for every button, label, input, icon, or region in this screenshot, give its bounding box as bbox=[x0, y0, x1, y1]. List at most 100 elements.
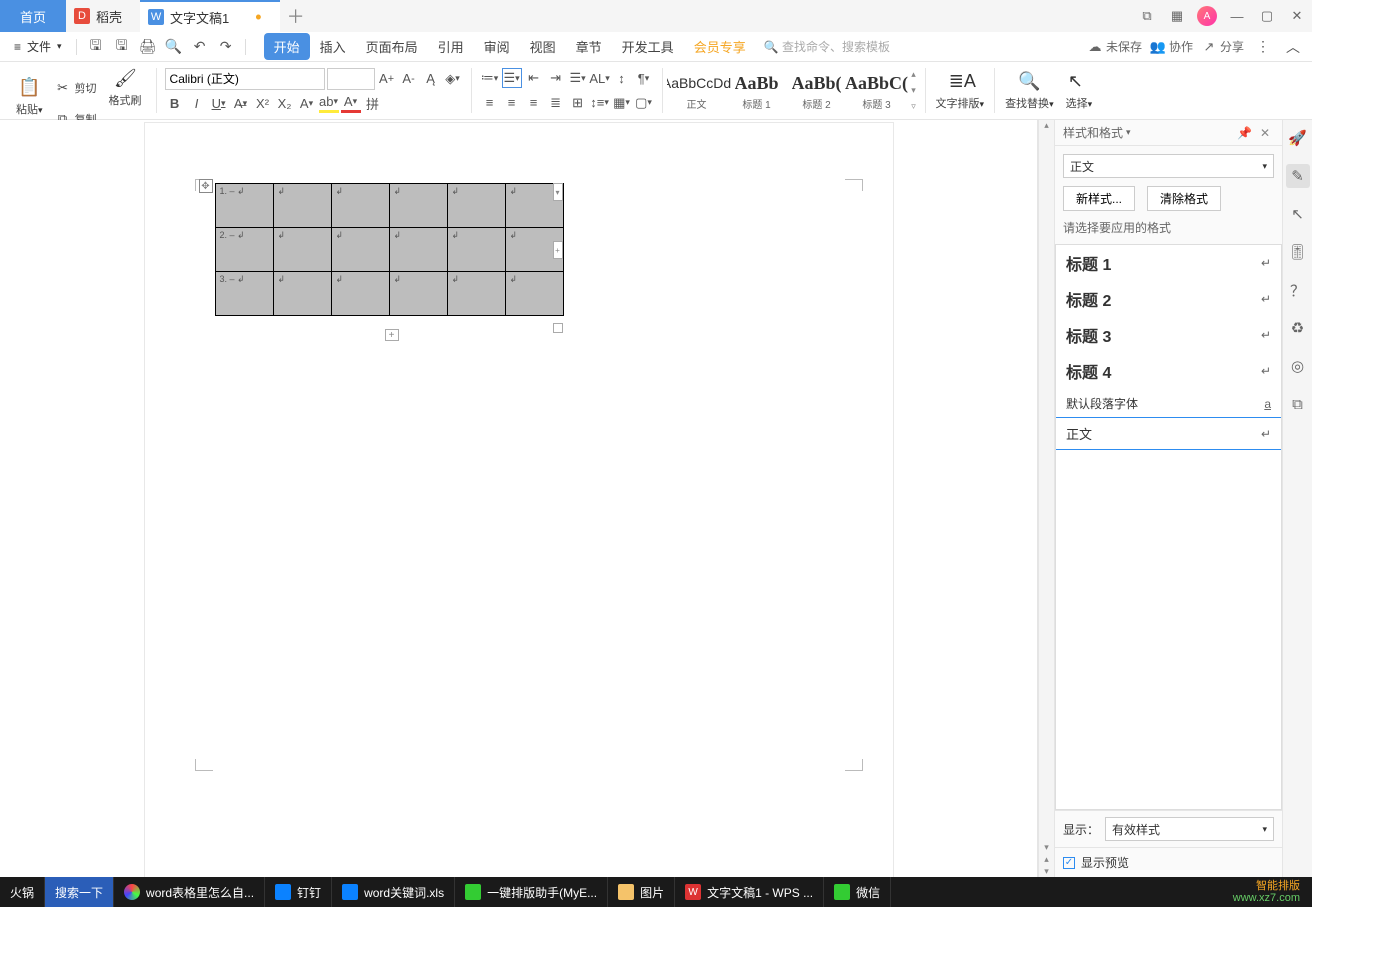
table-cell[interactable]: ↲ bbox=[447, 184, 505, 228]
close-button[interactable]: ✕ bbox=[1282, 0, 1312, 32]
side-help-icon[interactable]: ？ bbox=[1286, 278, 1310, 302]
taskbar-item[interactable]: 一键排版助手(MyE... bbox=[455, 877, 608, 907]
style-opt-h2[interactable]: 标题 2↵ bbox=[1056, 281, 1281, 317]
tab-references[interactable]: 引用 bbox=[428, 33, 474, 60]
side-rocket-icon[interactable]: 🚀 bbox=[1286, 126, 1310, 150]
style-h2[interactable]: AaBb(标题 2 bbox=[787, 64, 847, 117]
layout-single-icon[interactable]: ⧉ bbox=[1132, 0, 1162, 32]
style-opt-h4[interactable]: 标题 4↵ bbox=[1056, 353, 1281, 389]
bold-button[interactable]: B bbox=[165, 93, 185, 113]
tab-page-layout[interactable]: 页面布局 bbox=[356, 33, 428, 60]
scroll-page-down-icon[interactable]: ▾ bbox=[1039, 866, 1054, 877]
decrease-indent-button[interactable]: ⇤ bbox=[524, 68, 544, 88]
print-icon[interactable]: 🖨 bbox=[137, 36, 159, 58]
shading-button[interactable]: ▦▾ bbox=[612, 93, 632, 113]
pinyin-button[interactable]: 拼 bbox=[363, 93, 383, 113]
command-search[interactable]: 🔍 查找命令、搜索模板 bbox=[764, 38, 890, 55]
side-cursor-icon[interactable]: ↖ bbox=[1286, 202, 1310, 226]
table-cell[interactable]: 1. – ↲ bbox=[215, 184, 273, 228]
table-cell[interactable]: ↲ bbox=[389, 184, 447, 228]
save-as-icon[interactable]: 🖫 bbox=[111, 36, 133, 58]
highlight-button[interactable]: ab▾ bbox=[319, 93, 339, 113]
sort-button[interactable]: ↕ bbox=[612, 68, 632, 88]
italic-button[interactable]: I bbox=[187, 93, 207, 113]
bullets-button[interactable]: ≔▾ bbox=[480, 68, 500, 88]
side-recycle-icon[interactable]: ♻ bbox=[1286, 316, 1310, 340]
layout-grid-icon[interactable]: ▦ bbox=[1162, 0, 1192, 32]
tab-section[interactable]: 章节 bbox=[566, 33, 612, 60]
cut-button[interactable]: ✂剪切 bbox=[51, 79, 101, 97]
document-table[interactable]: 1. – ↲ ↲ ↲ ↲ ↲ ↲ 2. – ↲ ↲ ↲ ↲ ↲ ↲ 3. – ↲ bbox=[215, 183, 564, 316]
table-cell[interactable]: ↲ bbox=[447, 228, 505, 272]
preview-checkbox[interactable]: ✓ bbox=[1063, 857, 1075, 869]
side-target-icon[interactable]: ◎ bbox=[1286, 354, 1310, 378]
file-menu[interactable]: ≡ 文件 ▾ bbox=[8, 38, 68, 55]
panel-preview-row[interactable]: ✓ 显示预览 bbox=[1055, 847, 1282, 877]
clear-format-button[interactable]: 清除格式 bbox=[1147, 186, 1221, 211]
align-justify-button[interactable]: ≣ bbox=[546, 93, 566, 113]
scroll-down-icon[interactable]: ▾ bbox=[1039, 842, 1054, 853]
coop-button[interactable]: 👥协作 bbox=[1150, 38, 1193, 55]
tab-insert[interactable]: 插入 bbox=[310, 33, 356, 60]
redo-icon[interactable]: ↷ bbox=[215, 36, 237, 58]
table-cell[interactable]: ↲ bbox=[273, 272, 331, 316]
save-icon[interactable]: 🖫 bbox=[85, 36, 107, 58]
unsaved-indicator[interactable]: ☁未保存 bbox=[1087, 38, 1142, 55]
taskbar-item[interactable]: W文字文稿1 - WPS ... bbox=[675, 877, 824, 907]
clear-format-icon[interactable]: ◈▾ bbox=[443, 69, 463, 89]
side-pencil-icon[interactable]: ✎ bbox=[1286, 164, 1310, 188]
strikethrough-button[interactable]: A̶▾ bbox=[231, 93, 251, 113]
table-cell[interactable]: ↲ bbox=[273, 184, 331, 228]
panel-close-icon[interactable]: ✕ bbox=[1256, 126, 1274, 140]
show-marks-button[interactable]: ¶▾ bbox=[634, 68, 654, 88]
taskbar-item[interactable]: word表格里怎么自... bbox=[114, 877, 265, 907]
underline-button[interactable]: U▾ bbox=[209, 93, 229, 113]
style-gallery-more[interactable]: ▴▾▿ bbox=[907, 64, 921, 117]
table-cell[interactable]: ↲ bbox=[505, 272, 563, 316]
font-color-button[interactable]: A▾ bbox=[341, 93, 361, 113]
tab-docer[interactable]: D 稻壳 bbox=[66, 0, 140, 32]
tab-home[interactable]: 首页 bbox=[0, 0, 66, 32]
style-body[interactable]: AaBbCcDd正文 bbox=[667, 64, 727, 117]
taskbar-item[interactable]: 微信 bbox=[824, 877, 891, 907]
tab-start[interactable]: 开始 bbox=[264, 33, 310, 60]
align-right-button[interactable]: ≡ bbox=[524, 93, 544, 113]
print-preview-icon[interactable]: 🔍 bbox=[163, 36, 185, 58]
collapse-ribbon-icon[interactable]: ︿ bbox=[1282, 36, 1304, 58]
font-name-select[interactable] bbox=[165, 68, 325, 90]
align-center-button[interactable]: ≡ bbox=[502, 93, 522, 113]
paste-button[interactable]: 📋 粘贴▾ bbox=[10, 75, 49, 119]
new-tab-button[interactable]: ＋ bbox=[280, 0, 312, 32]
tab-view[interactable]: 视图 bbox=[520, 33, 566, 60]
format-painter-button[interactable]: 🖌格式刷 bbox=[103, 66, 148, 110]
superscript-button[interactable]: X² bbox=[253, 93, 273, 113]
maximize-button[interactable]: ▢ bbox=[1252, 0, 1282, 32]
find-replace-button[interactable]: 🔍 查找替换▾ bbox=[999, 64, 1060, 117]
change-case-icon[interactable]: Ą bbox=[421, 69, 441, 89]
tab-review[interactable]: 审阅 bbox=[474, 33, 520, 60]
current-style-select[interactable]: 正文▾ bbox=[1063, 154, 1274, 178]
tab-devtools[interactable]: 开发工具 bbox=[612, 33, 684, 60]
table-cell[interactable]: ↲ bbox=[273, 228, 331, 272]
table-row-handle[interactable]: ▾ bbox=[553, 183, 563, 201]
text-effects-button[interactable]: A▾ bbox=[297, 93, 317, 113]
table-cell[interactable]: ↲ bbox=[447, 272, 505, 316]
line-spacing-top-button[interactable]: ☰▾ bbox=[568, 68, 588, 88]
table-cell[interactable]: ↲ bbox=[389, 228, 447, 272]
style-h3[interactable]: AaBbC(标题 3 bbox=[847, 64, 907, 117]
table-row-handle[interactable]: + bbox=[553, 241, 563, 259]
scroll-thumb[interactable] bbox=[1041, 132, 1051, 782]
taskbar-item[interactable]: 搜索一下 bbox=[45, 877, 114, 907]
share-button[interactable]: ↗分享 bbox=[1201, 38, 1244, 55]
user-avatar[interactable]: A bbox=[1192, 0, 1222, 32]
taskbar-item[interactable]: 火锅 bbox=[0, 877, 45, 907]
tab-document[interactable]: W 文字文稿1 • bbox=[140, 0, 280, 32]
document-canvas[interactable]: ✥ 1. – ↲ ↲ ↲ ↲ ↲ ↲ 2. – ↲ ↲ ↲ ↲ ↲ ↲ bbox=[0, 120, 1038, 877]
scroll-up-icon[interactable]: ▴ bbox=[1039, 120, 1054, 131]
table-cell[interactable]: ↲ bbox=[331, 228, 389, 272]
panel-pin-icon[interactable]: 📌 bbox=[1233, 126, 1256, 140]
show-select[interactable]: 有效样式▾ bbox=[1105, 817, 1274, 841]
taskbar-item[interactable]: 钉钉 bbox=[265, 877, 332, 907]
table-cell[interactable]: ↲ bbox=[331, 184, 389, 228]
table-cell[interactable]: 3. – ↲ bbox=[215, 272, 273, 316]
